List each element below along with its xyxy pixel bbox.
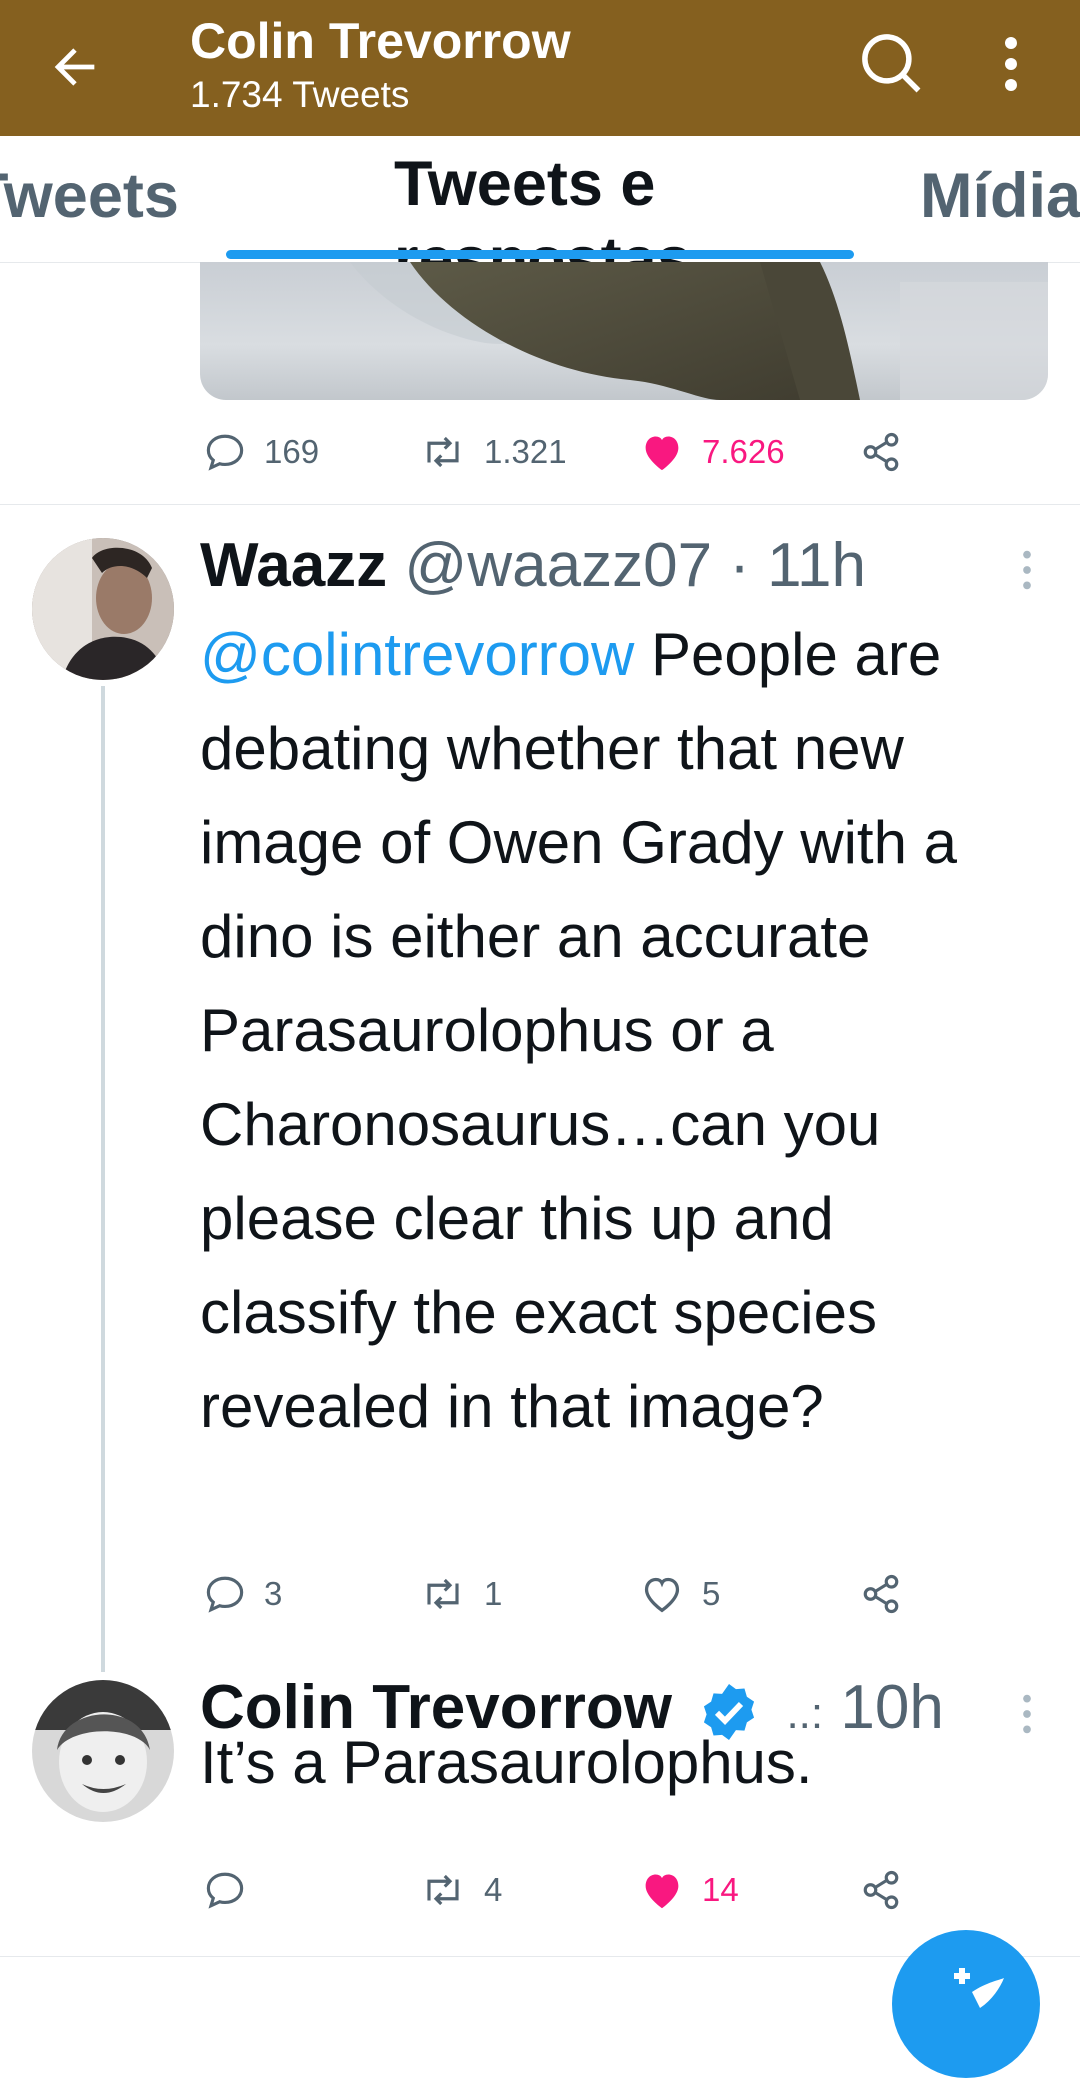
avatar[interactable]	[32, 1680, 174, 1822]
retweet-count: 4	[484, 1871, 503, 1908]
heart-outline-icon	[644, 1577, 680, 1613]
retweet-icon	[427, 1874, 459, 1906]
tweet-count: 1.734 Tweets	[190, 74, 410, 115]
tab-tweets-and-replies[interactable]: Tweets e respostas	[394, 146, 724, 262]
heart-filled-icon	[645, 1874, 679, 1909]
reply-button[interactable]: 169	[204, 422, 319, 482]
search-icon[interactable]	[858, 30, 924, 96]
tweet-actions: 169 1.321 7.626	[204, 422, 904, 482]
compose-icon	[954, 1968, 1004, 2008]
tweet-body-text: People are debating whether that new ima…	[200, 621, 958, 1440]
tweet-text: It’s a Parasaurolophus.	[200, 1716, 1040, 1810]
like-button[interactable]: 7.626	[640, 422, 785, 482]
like-count: 5	[702, 1575, 721, 1612]
dinosaur-image	[350, 262, 1048, 400]
display-name[interactable]: Waazz	[200, 531, 387, 600]
tweet-text: @colintrevorrow People are debating whet…	[200, 608, 1040, 1454]
tweet-header: Waazz @waazz07 · 11h	[200, 528, 866, 604]
reply-icon	[206, 1576, 244, 1613]
tweet-more-icon[interactable]	[1020, 548, 1034, 592]
reply-icon	[206, 434, 244, 471]
arrow-left-icon[interactable]	[46, 38, 104, 96]
like-count: 7.626	[702, 433, 785, 470]
retweet-icon	[427, 436, 459, 468]
share-icon	[863, 1870, 899, 1910]
tab-media[interactable]: Mídia	[920, 160, 1080, 232]
reply-count: 3	[264, 1575, 283, 1612]
like-button[interactable]: 14	[640, 1860, 739, 1920]
profile-header: Colin Trevorrow 1.734 Tweets	[0, 0, 1080, 136]
mention-link[interactable]: @colintrevorrow	[200, 621, 634, 688]
tweet-body-text: It’s a Parasaurolophus.	[200, 1729, 813, 1796]
tab-tweets[interactable]: Tweets	[0, 160, 179, 232]
share-button[interactable]	[860, 1860, 902, 1920]
avatar[interactable]	[32, 538, 174, 680]
tweet-time: · 11h	[729, 531, 867, 600]
reply-button[interactable]	[204, 1860, 264, 1920]
share-button[interactable]	[860, 1564, 902, 1624]
share-button[interactable]	[860, 422, 902, 482]
reply-button[interactable]: 3	[204, 1564, 282, 1624]
retweet-icon	[427, 1578, 459, 1610]
profile-title: Colin Trevorrow	[190, 13, 571, 69]
compose-tweet-button[interactable]	[892, 1930, 1040, 2078]
user-handle[interactable]: @waazz07	[404, 531, 712, 600]
like-count: 14	[702, 1871, 739, 1908]
retweet-button[interactable]: 4	[420, 1860, 502, 1920]
tweet-actions: 3 1 5	[204, 1564, 904, 1624]
more-vertical-icon[interactable]	[996, 34, 1026, 94]
share-icon	[863, 432, 899, 472]
heart-filled-icon	[645, 436, 679, 471]
tweet-media-image[interactable]	[200, 262, 1048, 400]
retweet-button[interactable]: 1.321	[420, 422, 567, 482]
profile-tabs: Tweets Tweets e respostas Mídia	[0, 136, 1080, 263]
reply-count: 169	[264, 433, 320, 470]
thread-connector	[101, 686, 105, 1672]
retweet-count: 1.321	[484, 433, 567, 470]
like-button[interactable]: 5	[640, 1564, 720, 1624]
retweet-button[interactable]: 1	[420, 1564, 502, 1624]
tweet-divider	[0, 504, 1080, 505]
reply-icon	[206, 1872, 244, 1909]
share-icon	[863, 1574, 899, 1614]
retweet-count: 1	[484, 1575, 503, 1612]
active-tab-indicator	[226, 250, 854, 259]
tweet-actions: 4 14	[204, 1860, 904, 1920]
